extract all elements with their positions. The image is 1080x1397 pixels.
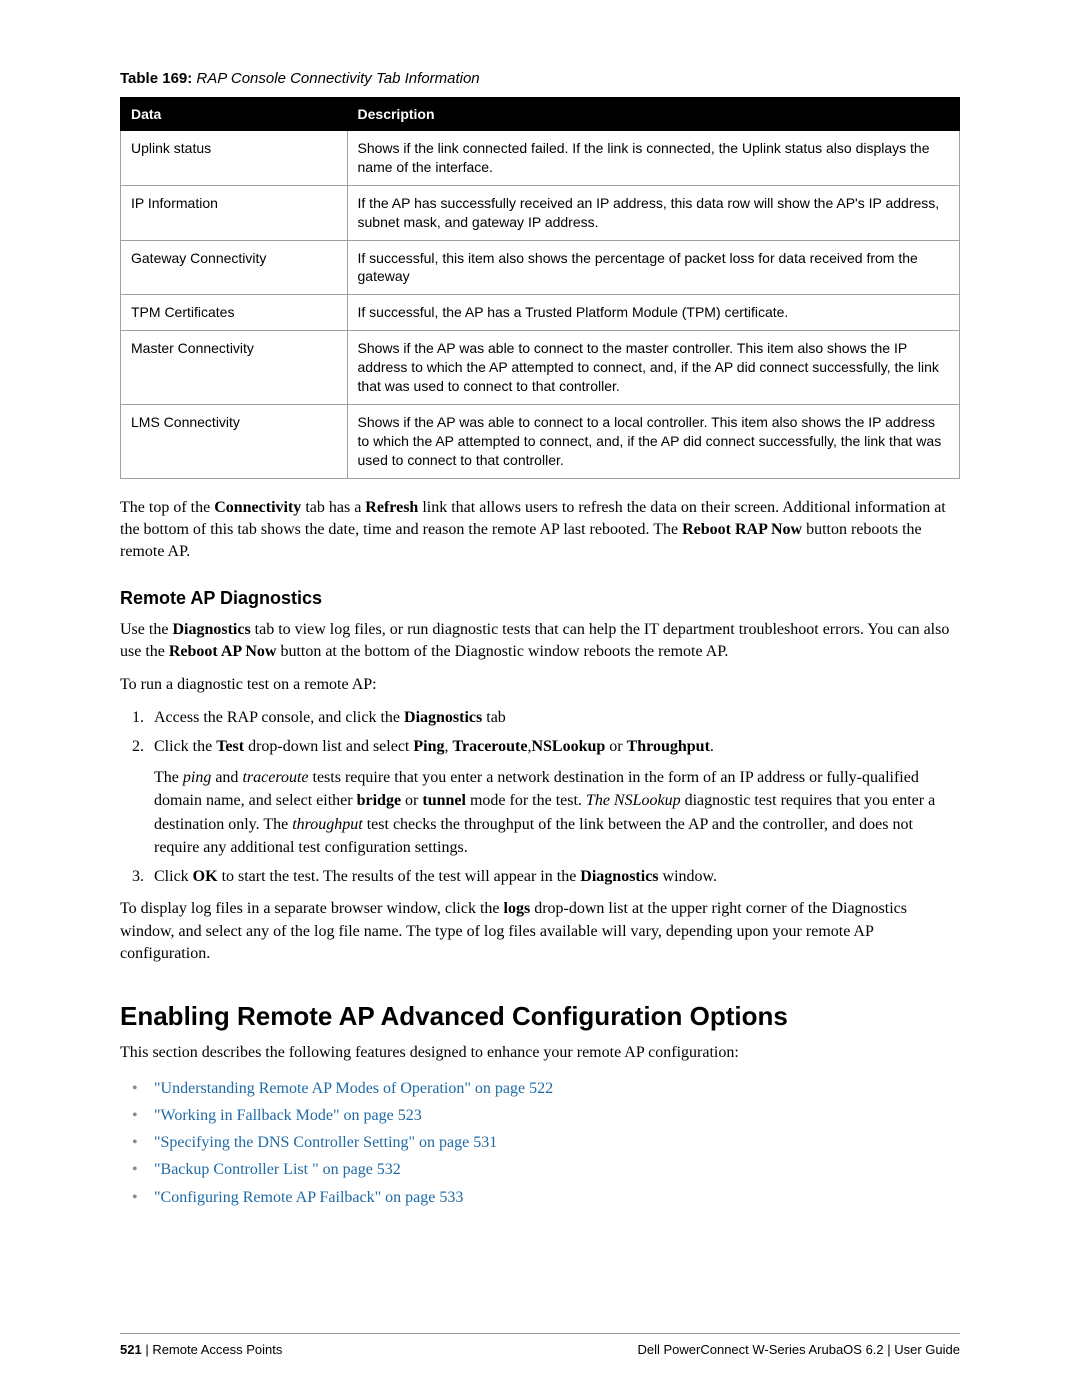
table-cell-data: Uplink status (121, 131, 348, 186)
table-cell-desc: If the AP has successfully received an I… (347, 185, 959, 240)
list-item: Access the RAP console, and click the Di… (148, 706, 960, 729)
page-number: 521 (120, 1342, 142, 1357)
table-header-data: Data (121, 98, 348, 131)
list-item: "Backup Controller List " on page 532 (132, 1156, 960, 1183)
text-run: Click (154, 868, 193, 885)
heading-remote-ap-diagnostics: Remote AP Diagnostics (120, 588, 960, 609)
table-cell-data: TPM Certificates (121, 295, 348, 331)
table-cell-desc: If successful, the AP has a Trusted Plat… (347, 295, 959, 331)
text-italic: The NSLookup (586, 792, 681, 809)
text-bold: Ping (413, 738, 444, 755)
table-caption-title: RAP Console Connectivity Tab Information (192, 70, 479, 87)
text-bold: Traceroute (453, 738, 528, 755)
table-row: Uplink status Shows if the link connecte… (121, 131, 960, 186)
text-run: tab (482, 709, 506, 726)
text-italic: traceroute (242, 769, 308, 786)
text-run: To display log files in a separate brows… (120, 900, 504, 917)
text-run: Use the (120, 621, 172, 638)
list-item: "Working in Fallback Mode" on page 523 (132, 1102, 960, 1129)
text-run: drop-down list and select (244, 738, 413, 755)
footer-left: 521 | Remote Access Points (120, 1342, 282, 1357)
text-run: The (154, 769, 183, 786)
xref-link[interactable]: "Working in Fallback Mode" on page 523 (154, 1107, 422, 1124)
text-run: and (211, 769, 242, 786)
footer-right: Dell PowerConnect W-Series ArubaOS 6.2 |… (638, 1342, 961, 1357)
text-bold: tunnel (422, 792, 466, 809)
footer-separator: | (142, 1342, 153, 1357)
related-links-list: "Understanding Remote AP Modes of Operat… (120, 1075, 960, 1211)
table-cell-desc: Shows if the AP was able to connect to t… (347, 331, 959, 405)
paragraph-diagnostics-intro: Use the Diagnostics tab to view log file… (120, 619, 960, 664)
text-run: or (401, 792, 422, 809)
text-bold: Diagnostics (172, 621, 250, 638)
text-bold: logs (504, 900, 531, 917)
table-cell-desc: Shows if the link connected failed. If t… (347, 131, 959, 186)
table-row: LMS Connectivity Shows if the AP was abl… (121, 404, 960, 478)
table-cell-data: Master Connectivity (121, 331, 348, 405)
xref-link[interactable]: "Understanding Remote AP Modes of Operat… (154, 1080, 553, 1097)
diagnostic-steps-list: Access the RAP console, and click the Di… (120, 706, 960, 888)
list-item: "Configuring Remote AP Failback" on page… (132, 1184, 960, 1211)
page-footer: 521 | Remote Access Points Dell PowerCon… (120, 1333, 960, 1357)
text-run: button at the bottom of the Diagnostic w… (276, 643, 728, 660)
paragraph-logs: To display log files in a separate brows… (120, 898, 960, 965)
text-italic: ping (183, 769, 211, 786)
xref-link[interactable]: "Backup Controller List " on page 532 (154, 1161, 401, 1178)
text-bold: Connectivity (214, 499, 301, 516)
table-caption: Table 169: RAP Console Connectivity Tab … (120, 70, 960, 87)
text-bold: Throughput (627, 738, 710, 755)
table-row: IP Information If the AP has successfull… (121, 185, 960, 240)
text-bold: Reboot AP Now (169, 643, 277, 660)
text-bold: Diagnostics (404, 709, 482, 726)
text-bold: NSLookup (531, 738, 605, 755)
text-run: window. (659, 868, 718, 885)
text-run: or (605, 738, 626, 755)
table-caption-prefix: Table 169: (120, 70, 192, 87)
xref-link[interactable]: "Specifying the DNS Controller Setting" … (154, 1134, 497, 1151)
text-run: Click the (154, 738, 216, 755)
table-row: TPM Certificates If successful, the AP h… (121, 295, 960, 331)
table-header-description: Description (347, 98, 959, 131)
table-cell-data: LMS Connectivity (121, 404, 348, 478)
text-bold: bridge (357, 792, 401, 809)
text-bold: OK (193, 868, 218, 885)
table-cell-data: Gateway Connectivity (121, 240, 348, 295)
text-italic: throughput (292, 816, 363, 833)
text-bold: Reboot RAP Now (682, 521, 802, 538)
text-run: to start the test. The results of the te… (218, 868, 581, 885)
table-row: Gateway Connectivity If successful, this… (121, 240, 960, 295)
text-run: . (710, 738, 714, 755)
text-run: tab has a (301, 499, 365, 516)
paragraph-run-test-intro: To run a diagnostic test on a remote AP: (120, 674, 960, 696)
text-run: , (445, 738, 453, 755)
text-run: The top of the (120, 499, 214, 516)
table-cell-desc: Shows if the AP was able to connect to a… (347, 404, 959, 478)
list-item: "Specifying the DNS Controller Setting" … (132, 1129, 960, 1156)
table-cell-data: IP Information (121, 185, 348, 240)
xref-link[interactable]: "Configuring Remote AP Failback" on page… (154, 1189, 463, 1206)
table-row: Master Connectivity Shows if the AP was … (121, 331, 960, 405)
list-item: "Understanding Remote AP Modes of Operat… (132, 1075, 960, 1102)
table-cell-desc: If successful, this item also shows the … (347, 240, 959, 295)
list-item: Click the Test drop-down list and select… (148, 735, 960, 859)
text-run: mode for the test. (466, 792, 586, 809)
heading-enabling-advanced-config: Enabling Remote AP Advanced Configuratio… (120, 1001, 960, 1032)
footer-section-name: Remote Access Points (152, 1342, 282, 1357)
text-bold: Refresh (365, 499, 418, 516)
paragraph-connectivity-refresh: The top of the Connectivity tab has a Re… (120, 497, 960, 564)
text-bold: Test (216, 738, 244, 755)
text-run: Access the RAP console, and click the (154, 709, 404, 726)
document-page: Table 169: RAP Console Connectivity Tab … (0, 0, 1080, 1397)
step-subparagraph: The ping and traceroute tests require th… (154, 766, 960, 859)
paragraph-section-intro: This section describes the following fea… (120, 1042, 960, 1064)
list-item: Click OK to start the test. The results … (148, 865, 960, 888)
connectivity-table: Data Description Uplink status Shows if … (120, 97, 960, 479)
text-bold: Diagnostics (580, 868, 658, 885)
